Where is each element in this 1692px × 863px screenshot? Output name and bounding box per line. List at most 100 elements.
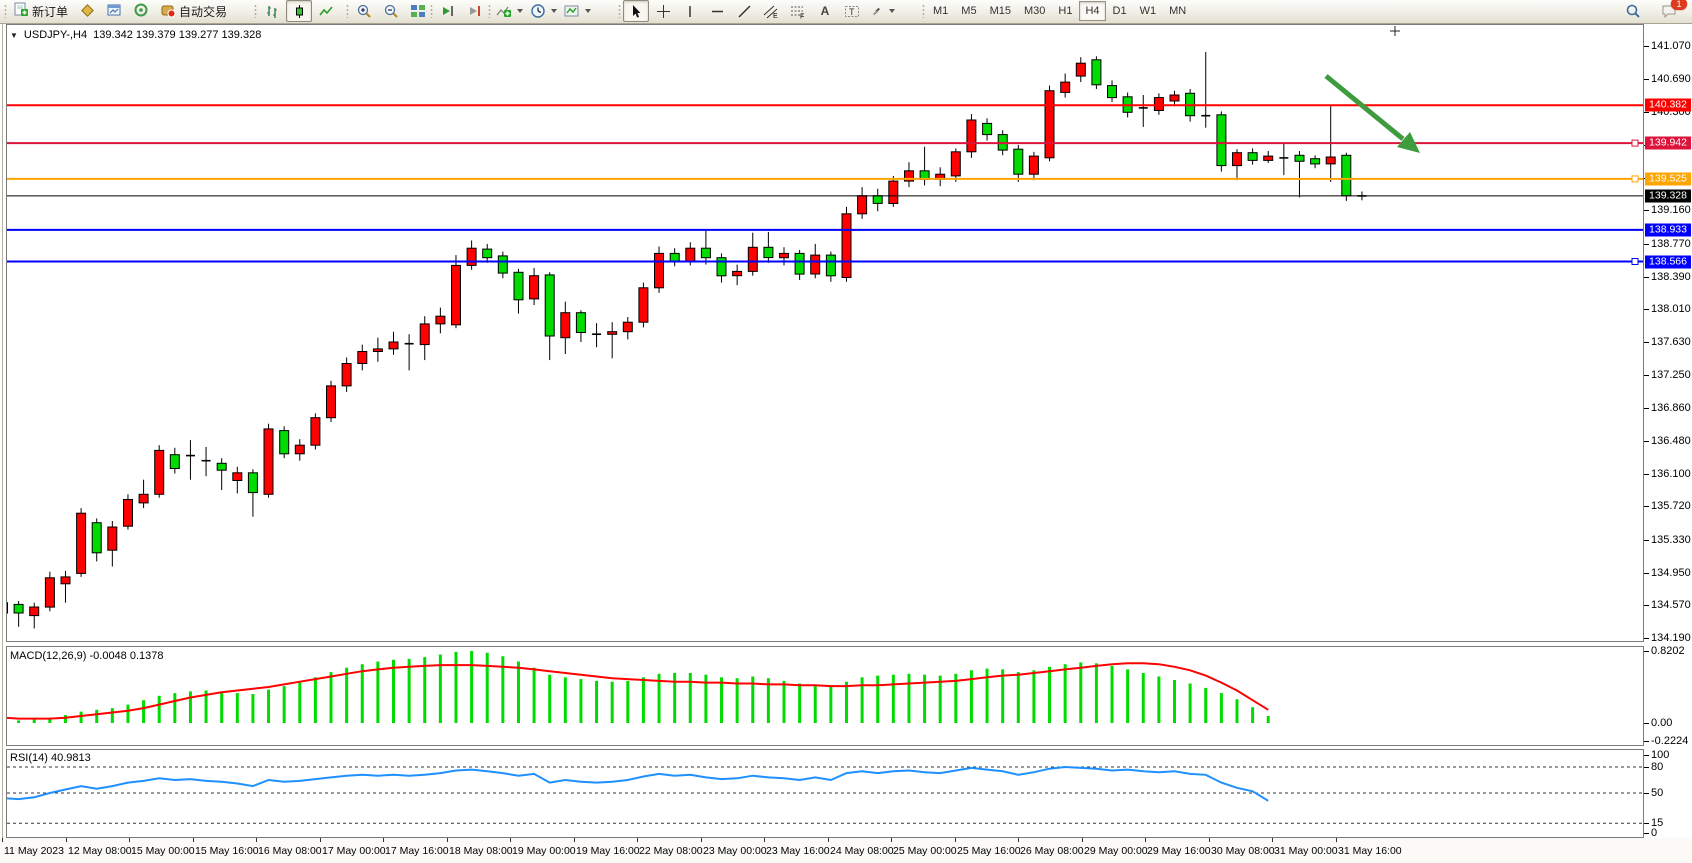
time-tick-label: 29 May 16:00 xyxy=(1147,845,1211,857)
scroll-shift-group xyxy=(428,0,488,22)
price-tick-label: 136.860 xyxy=(1651,402,1691,414)
timeframe-button-m30[interactable]: M30 xyxy=(1018,1,1051,21)
price-tick-mark xyxy=(1644,277,1649,278)
rsi-panel[interactable] xyxy=(6,749,1644,838)
data-window-icon xyxy=(106,2,122,21)
timeframe-button-m15[interactable]: M15 xyxy=(984,1,1017,21)
templates-button[interactable] xyxy=(561,0,594,22)
indicators-dropdown-caret xyxy=(517,9,523,13)
toolbar: 新订单 自动交易 xyxy=(0,0,1692,24)
fibonacci-tool-button[interactable]: F xyxy=(785,0,811,22)
new-order-icon xyxy=(14,2,29,20)
time-tick-label: 31 May 00:00 xyxy=(1274,845,1338,857)
time-tick-label: 22 May 08:00 xyxy=(639,845,703,857)
new-order-label: 新订单 xyxy=(32,3,68,20)
cursor-tool-button[interactable] xyxy=(623,0,649,22)
price-tick-mark xyxy=(1644,244,1649,245)
timeframe-button-mn[interactable]: MN xyxy=(1163,1,1192,21)
timeframe-button-h4[interactable]: H4 xyxy=(1079,1,1105,21)
chart-shift-icon xyxy=(467,3,483,19)
notification-badge: 1 xyxy=(1671,0,1687,10)
arrows-tool-button[interactable] xyxy=(866,0,898,22)
candlestick-button[interactable] xyxy=(286,0,312,22)
rsi-tick-mark xyxy=(1644,833,1649,834)
price-level-label: 138.933 xyxy=(1645,223,1691,236)
auto-scroll-icon xyxy=(440,3,456,19)
timeframe-button-m1[interactable]: M1 xyxy=(927,1,954,21)
price-tick-mark xyxy=(1644,342,1649,343)
text-tool-icon: A xyxy=(821,4,830,18)
time-tick-label: 17 May 16:00 xyxy=(385,845,449,857)
market-watch-button[interactable] xyxy=(74,0,100,22)
new-order-button[interactable]: 新订单 xyxy=(9,0,73,22)
time-tick-mark xyxy=(320,838,321,842)
auto-scroll-button[interactable] xyxy=(435,0,461,22)
one-click-trading-expander[interactable]: ▼ xyxy=(10,31,18,40)
periods-button[interactable] xyxy=(527,0,560,22)
price-tick-label: 137.630 xyxy=(1651,336,1691,348)
svg-text:F: F xyxy=(800,13,804,19)
timeframe-button-m5[interactable]: M5 xyxy=(955,1,982,21)
line-chart-button[interactable] xyxy=(313,0,339,22)
zoom-out-icon xyxy=(383,3,399,19)
time-axis[interactable]: 11 May 202312 May 08:0015 May 00:0015 Ma… xyxy=(0,838,1692,863)
time-tick-label: 11 May 2023 xyxy=(4,845,64,857)
clock-icon xyxy=(530,3,546,19)
macd-panel[interactable] xyxy=(6,646,1644,746)
templates-icon xyxy=(564,3,580,19)
text-tool-button[interactable]: A xyxy=(812,0,838,22)
trendline-tool-button[interactable] xyxy=(731,0,757,22)
time-tick-mark xyxy=(447,838,448,842)
timeframe-button-h1[interactable]: H1 xyxy=(1052,1,1078,21)
candlestick-icon xyxy=(292,4,307,19)
timeframe-button-d1[interactable]: D1 xyxy=(1107,1,1133,21)
price-tick-label: 138.390 xyxy=(1651,271,1691,283)
timeframe-button-w1[interactable]: W1 xyxy=(1134,1,1163,21)
horizontal-line-icon xyxy=(710,4,725,19)
chart-shift-button[interactable] xyxy=(462,0,488,22)
price-tick-mark xyxy=(1644,605,1649,606)
time-tick-mark xyxy=(701,838,702,842)
price-tick-mark xyxy=(1644,79,1649,80)
time-tick-mark xyxy=(66,838,67,842)
line-chart-icon xyxy=(319,4,334,19)
search-button[interactable] xyxy=(1620,0,1646,22)
main-chart-panel[interactable] xyxy=(6,24,1644,642)
navigator-icon xyxy=(133,2,149,21)
indicator-group xyxy=(486,0,594,22)
zoom-in-button[interactable] xyxy=(351,0,377,22)
periods-dropdown-caret xyxy=(551,9,557,13)
market-watch-icon xyxy=(79,2,95,21)
time-tick-label: 15 May 00:00 xyxy=(131,845,195,857)
price-tick-mark xyxy=(1644,638,1649,639)
time-tick-label: 29 May 00:00 xyxy=(1084,845,1148,857)
bar-chart-button[interactable] xyxy=(259,0,285,22)
crosshair-tool-button[interactable] xyxy=(650,0,676,22)
time-tick-mark xyxy=(510,838,511,842)
crosshair-icon xyxy=(656,4,671,19)
equidistant-channel-tool-button[interactable]: E xyxy=(758,0,784,22)
svg-text:E: E xyxy=(773,13,778,19)
time-tick-label: 18 May 08:00 xyxy=(449,845,513,857)
data-window-button[interactable] xyxy=(101,0,127,22)
macd-tick-mark xyxy=(1644,741,1649,742)
horizontal-line-tool-button[interactable] xyxy=(704,0,730,22)
price-tick-label: 137.250 xyxy=(1651,369,1691,381)
chart-type-group xyxy=(252,0,339,22)
navigator-button[interactable] xyxy=(128,0,154,22)
time-tick-label: 19 May 00:00 xyxy=(512,845,576,857)
zoom-group xyxy=(344,0,431,22)
indicators-button[interactable] xyxy=(493,0,526,22)
autotrading-button[interactable]: 自动交易 xyxy=(155,0,232,22)
vertical-line-tool-button[interactable] xyxy=(677,0,703,22)
rsi-tick-mark xyxy=(1644,793,1649,794)
notifications-button[interactable]: 1 xyxy=(1656,0,1682,22)
zoom-out-button[interactable] xyxy=(378,0,404,22)
price-tick-label: 138.770 xyxy=(1651,238,1691,250)
price-tick-mark xyxy=(1644,573,1649,574)
rsi-tick-mark xyxy=(1644,755,1649,756)
autotrading-icon xyxy=(160,2,176,21)
text-label-tool-button[interactable]: T xyxy=(839,0,865,22)
arrows-dropdown-caret xyxy=(889,9,895,13)
macd-tick-label: -0.2224 xyxy=(1651,735,1688,747)
